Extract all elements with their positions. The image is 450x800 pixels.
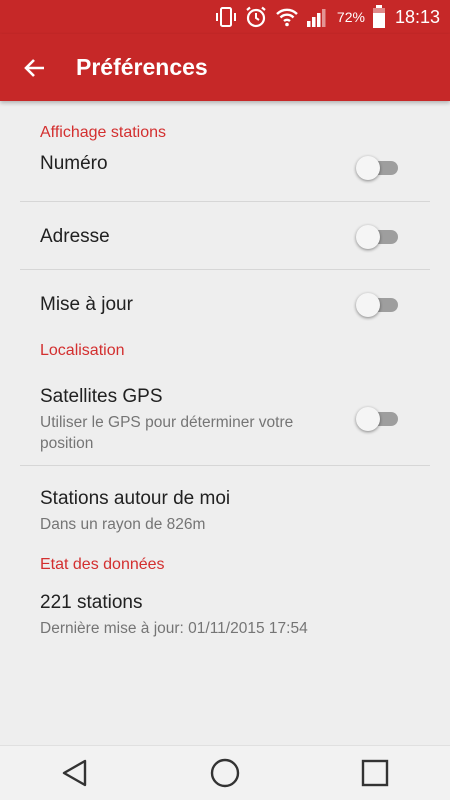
pref-gps-summary: Utiliser le GPS pour déterminer votre po…: [40, 414, 294, 452]
nav-home-button[interactable]: [195, 746, 255, 800]
section-header-data-state: Etat des données: [40, 556, 165, 573]
pref-gps[interactable]: Satellites GPS Utiliser le GPS pour déte…: [0, 370, 450, 466]
pref-nearby-label: Stations autour de moi: [40, 488, 231, 509]
wifi-icon: [275, 7, 299, 27]
battery-percent: 72%: [336, 9, 365, 25]
vibrate-icon: [215, 6, 237, 28]
mise-a-jour-toggle[interactable]: [356, 292, 400, 317]
alarm-icon: [244, 5, 268, 29]
nav-back-button[interactable]: [45, 746, 105, 800]
preferences-list: Affichage stations Numéro Adresse Mise à…: [0, 101, 450, 658]
battery-icon: [372, 5, 386, 29]
nav-recents-button[interactable]: [345, 746, 405, 800]
status-bar: 72% 18:13: [0, 0, 450, 34]
triangle-back-icon: [62, 759, 87, 787]
navigation-bar: [0, 745, 450, 800]
page-title: Préférences: [76, 54, 208, 80]
circle-home-icon: [210, 758, 240, 788]
pref-nearby-stations[interactable]: Stations autour de moi Dans un rayon de …: [0, 466, 450, 546]
gps-toggle[interactable]: [356, 406, 400, 431]
pref-stations-label: 221 stations: [40, 592, 143, 613]
app-bar: Préférences: [0, 34, 450, 101]
pref-gps-label: Satellites GPS: [40, 386, 163, 407]
status-clock: 18:13: [394, 6, 440, 27]
square-recents-icon: [361, 759, 389, 787]
pref-mise-a-jour[interactable]: Mise à jour: [0, 270, 450, 336]
section-header-display: Affichage stations: [40, 124, 167, 141]
pref-adresse[interactable]: Adresse: [0, 202, 450, 270]
pref-stations-count[interactable]: 221 stations Dernière mise à jour: 01/11…: [0, 578, 450, 658]
signal-icon: [306, 6, 330, 28]
pref-nearby-summary: Dans un rayon de 826m: [40, 516, 206, 533]
adresse-toggle[interactable]: [356, 224, 400, 249]
arrow-back-icon: [24, 58, 44, 77]
numero-toggle[interactable]: [356, 155, 400, 180]
section-header-location: Localisation: [40, 342, 125, 359]
pref-numero[interactable]: Numéro: [0, 135, 450, 202]
pref-stations-summary: Dernière mise à jour: 01/11/2015 17:54: [40, 620, 308, 637]
back-button[interactable]: [0, 34, 70, 101]
